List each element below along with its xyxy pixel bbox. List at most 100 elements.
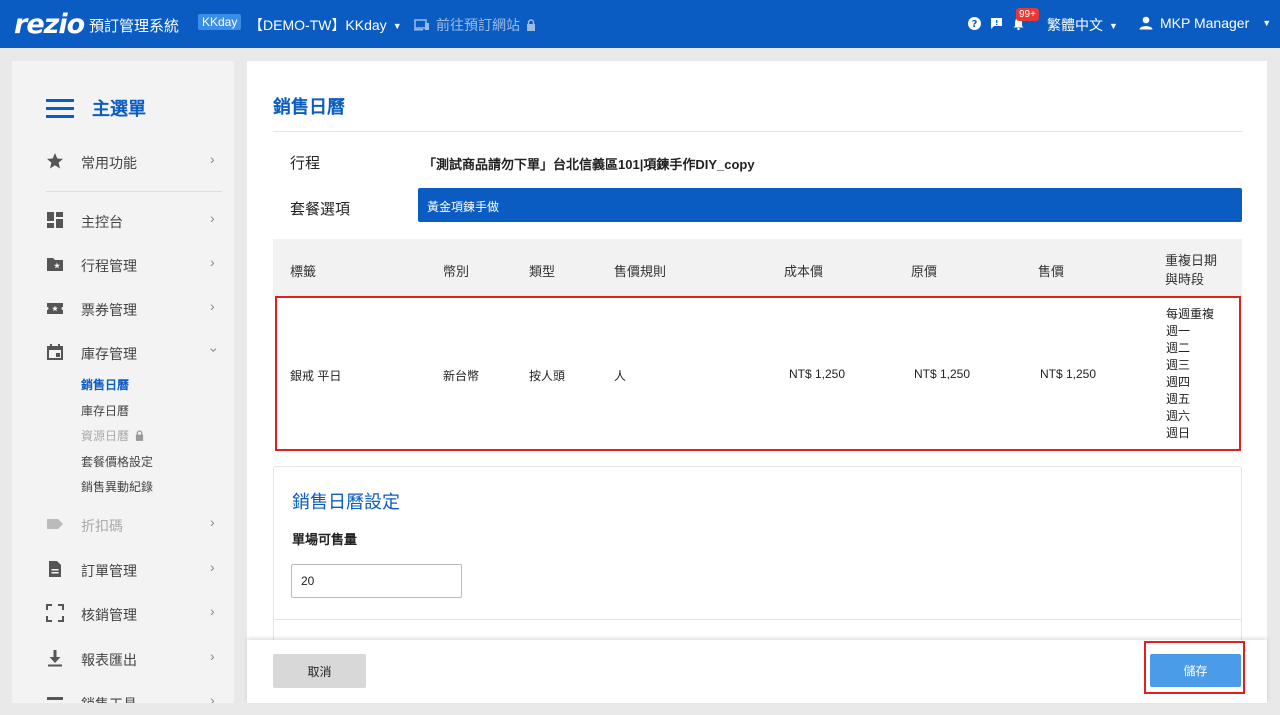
document-icon [49, 561, 61, 577]
notification-count-badge: 99+ [1016, 8, 1039, 21]
calendar-icon [47, 344, 63, 360]
account-label: 【DEMO-TW】KKday [249, 17, 387, 33]
tools-icon [47, 697, 63, 700]
cell-sale-price: NT$ 1,250 [1040, 367, 1097, 381]
header-repeat-dates: 重複日期 [1165, 253, 1218, 268]
chevron-right-icon: › [210, 692, 215, 703]
sidebar-item-discount-code: 折扣碼 › [12, 511, 234, 537]
header-type: 類型 [529, 264, 556, 279]
folder-star-icon [47, 258, 63, 271]
itinerary-value: 「測試商品請勿下單」台北信義區101|項鍊手作DIY_copy [423, 157, 755, 172]
header-sale-price: 售價 [1038, 264, 1065, 279]
quantity-input[interactable] [291, 564, 462, 598]
cell-currency: 新台幣 [443, 369, 480, 383]
repeat-day: 週三 [1166, 358, 1191, 372]
user-name: MKP Manager [1160, 15, 1250, 31]
table-row[interactable]: 銀戒 平日 新台幣 按人頭 人 NT$ 1,250 NT$ 1,250 NT$ … [275, 296, 1241, 451]
header-price-rule: 售價規則 [614, 264, 667, 279]
devices-icon [414, 19, 429, 31]
main-content: 銷售日曆 行程 「測試商品請勿下單」台北信義區101|項鍊手作DIY_copy … [247, 61, 1267, 703]
sidebar-item-label: 主控台 [81, 214, 123, 230]
sidebar-menu: 主選單 常用功能 › 主控台 › 行程管理 › 票券管理 › 庫存管理 › 銷售… [12, 61, 234, 703]
sidebar-item-dashboard[interactable]: 主控台 › [12, 207, 234, 233]
chevron-right-icon: › [210, 514, 215, 530]
feedback-icon[interactable] [990, 17, 1003, 30]
sidebar-item-tickets[interactable]: 票券管理 › [12, 295, 234, 321]
chevron-right-icon: › [210, 298, 215, 314]
download-icon [48, 650, 62, 667]
svg-text:?: ? [972, 19, 978, 30]
page-title: 銷售日曆 [273, 97, 345, 117]
sidebar-item-inventory[interactable]: 庫存管理 › [12, 339, 234, 365]
top-navigation-bar: rezio 預訂管理系統 KKday 【DEMO-TW】KKday ▼ 前往預訂網… [0, 0, 1280, 48]
lock-icon [135, 430, 144, 441]
sidebar-item-label: 票券管理 [81, 302, 137, 318]
sidebar-item-label: 銷售工具 [81, 694, 137, 703]
sidebar-subitem-label: 資源日曆 [81, 429, 130, 443]
chevron-right-icon: › [210, 254, 215, 270]
hamburger-icon[interactable] [46, 98, 74, 118]
quantity-label: 單場可售量 [292, 532, 358, 547]
cell-price-rule: 人 [614, 369, 627, 383]
cell-original-price: NT$ 1,250 [914, 367, 971, 381]
help-icon[interactable]: ? [968, 17, 981, 30]
sidebar-item-orders[interactable]: 訂單管理 › [12, 556, 234, 582]
sidebar-item-label: 訂單管理 [81, 563, 137, 579]
caret-down-icon: ▼ [1109, 21, 1118, 32]
sidebar-item-itinerary[interactable]: 行程管理 › [12, 251, 234, 277]
chevron-right-icon: › [210, 559, 215, 575]
settings-title: 銷售日曆設定 [292, 492, 400, 512]
itinerary-label: 行程 [290, 155, 321, 172]
repeat-day: 週二 [1166, 341, 1191, 355]
sidebar-item-redemption[interactable]: 核銷管理 › [12, 600, 234, 626]
table-header: 標籤 幣別 類型 售價規則 成本價 原價 售價 重複日期 與時段 [273, 239, 1242, 296]
sidebar-item-label: 常用功能 [81, 155, 137, 171]
sidebar-item-label: 行程管理 [81, 258, 137, 274]
repeat-day: 週五 [1166, 392, 1191, 406]
account-selector[interactable]: 【DEMO-TW】KKday ▼ [249, 15, 402, 35]
sidebar-subitem-sales-calendar[interactable]: 銷售日曆 [81, 376, 129, 393]
star-icon [47, 153, 63, 169]
sidebar-subitem-package-pricing[interactable]: 套餐價格設定 [81, 453, 153, 470]
person-icon [1139, 16, 1153, 30]
header-tag: 標籤 [290, 264, 317, 279]
app-title: 預訂管理系統 [89, 18, 180, 35]
cell-repeat-schedule: 每週重複 週一 週二 週三 週四 週五 週六 週日 [1166, 306, 1214, 442]
caret-down-icon: ▼ [1262, 18, 1272, 28]
rezio-logo[interactable]: rezio [14, 9, 85, 40]
brand-badge: KKday [198, 14, 242, 30]
cancel-button[interactable]: 取消 [273, 654, 366, 688]
save-button[interactable]: 儲存 [1150, 654, 1241, 687]
cell-cost: NT$ 1,250 [789, 367, 846, 381]
main-menu-header[interactable]: 主選單 [46, 95, 146, 121]
repeat-day: 週六 [1166, 409, 1191, 423]
repeat-day: 週一 [1166, 324, 1191, 338]
chevron-right-icon: › [210, 603, 215, 619]
sidebar-subitem-sales-changelog[interactable]: 銷售異動紀錄 [81, 478, 153, 495]
sidebar-item-report-export[interactable]: 報表匯出 › [12, 645, 234, 671]
sidebar-subitem-resource-calendar: 資源日曆 [81, 427, 144, 444]
booking-site-link[interactable]: 前往預訂網站 [414, 15, 536, 35]
sidebar-item-label: 核銷管理 [81, 607, 137, 623]
user-menu[interactable]: MKP Manager ▼ [1139, 15, 1271, 31]
action-footer: 取消 儲存 [247, 640, 1267, 703]
repeat-day: 週日 [1166, 426, 1191, 440]
sidebar-item-sales-tools[interactable]: 銷售工具 › [12, 689, 234, 703]
repeat-weekly: 每週重複 [1166, 307, 1215, 321]
main-menu-title: 主選單 [92, 99, 146, 119]
sidebar-subitem-stock-calendar[interactable]: 庫存日曆 [81, 402, 129, 419]
chevron-right-icon: › [210, 210, 215, 226]
cell-tag: 銀戒 平日 [290, 369, 342, 383]
caret-down-icon: ▼ [392, 21, 402, 32]
package-option-selected[interactable]: 黃金項鍊手做 [418, 188, 1242, 222]
language-selector[interactable]: 繁體中文 ▼ [1047, 15, 1118, 35]
scan-icon [46, 604, 64, 622]
sidebar-item-label: 報表匯出 [81, 652, 137, 668]
booking-site-label: 前往預訂網站 [436, 17, 520, 33]
header-cost: 成本價 [784, 264, 824, 279]
chevron-right-icon: › [210, 648, 215, 664]
sidebar-item-favorites[interactable]: 常用功能 › [12, 148, 234, 174]
chevron-right-icon: › [210, 151, 215, 167]
header-currency: 幣別 [443, 264, 470, 279]
sidebar-divider [46, 191, 222, 192]
